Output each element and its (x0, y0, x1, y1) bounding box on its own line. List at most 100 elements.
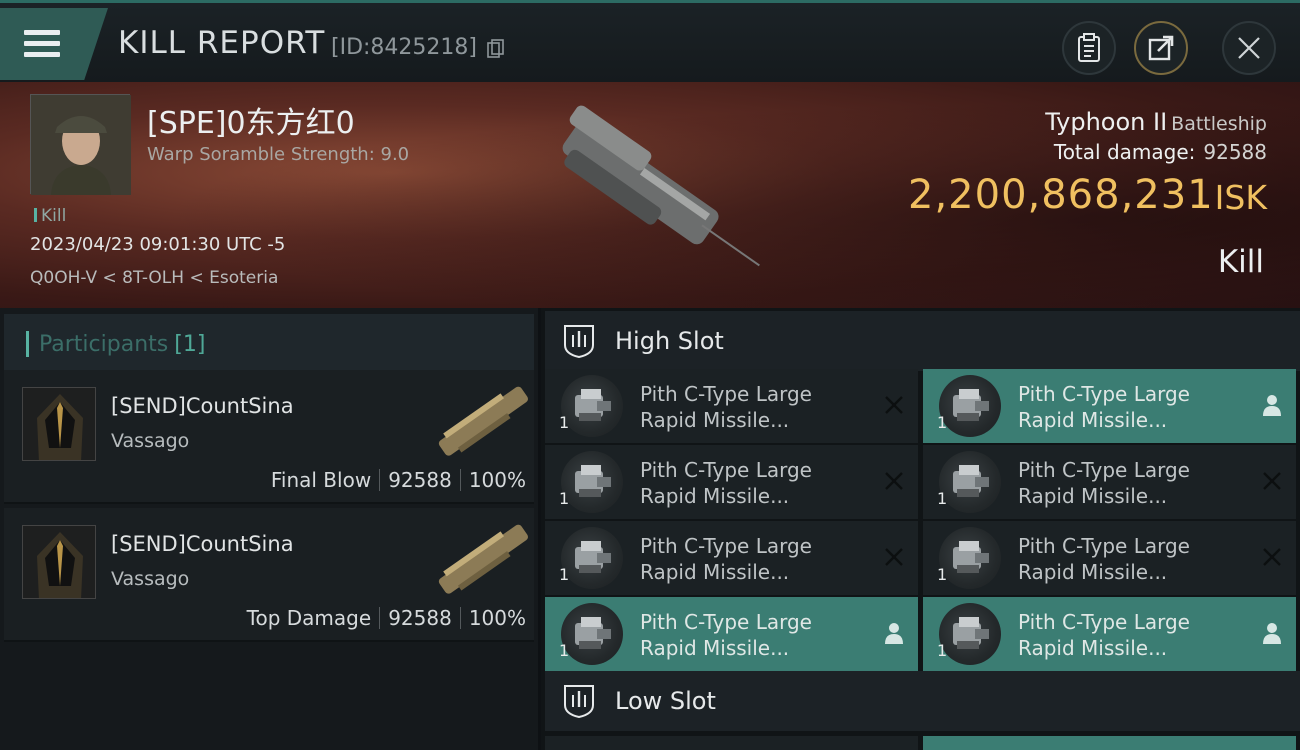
high-slot-module[interactable]: 1 Pith C-Type Large Rapid Missile... (545, 597, 918, 671)
module-quantity: 1 (559, 489, 570, 508)
module-name-line1: Pith C-Type Large (640, 610, 812, 634)
kill-datetime: 2023/04/23 09:01:30 UTC -5 (30, 234, 286, 255)
participant-damage: 92588 (388, 468, 452, 492)
victim-banner: [SPE]0东方红0 Warp Soramble Strength: 9.0 K… (0, 82, 1300, 308)
missile-launcher-icon (939, 527, 1001, 589)
missile-launcher-icon (939, 375, 1001, 437)
low-slot-icon (564, 685, 594, 719)
clipboard-icon (1078, 33, 1100, 62)
participant-stats: Top Damage 92588 100% (247, 606, 526, 630)
module-name-line2: Rapid Missile... (1018, 560, 1168, 584)
low-slot-module-partial[interactable] (923, 736, 1296, 750)
participant-role: Top Damage (246, 606, 372, 630)
high-slot-module[interactable]: 1 Pith C-Type Large Rapid Missile... (545, 369, 918, 443)
participants-header: Participants [1] (4, 314, 534, 374)
victim-portrait[interactable] (30, 94, 131, 195)
high-slot-module[interactable]: 1 Pith C-Type Large Rapid Missile... (923, 445, 1296, 519)
warp-scramble-strength: Warp Soramble Strength: 9.0 (147, 144, 410, 165)
module-quantity: 1 (937, 413, 948, 432)
participant-name: [SEND]CountSina (111, 532, 294, 556)
low-slot-header[interactable]: Low Slot (545, 671, 1300, 731)
total-damage-label: Total damage: (1053, 140, 1196, 164)
participants-panel: Participants [1] [SEND]CountSina Vassago… (0, 308, 538, 750)
kill-tag: Kill (34, 206, 66, 226)
module-name-line2: Rapid Missile... (640, 560, 790, 584)
participant-avatar[interactable] (22, 387, 96, 461)
module-name-line1: Pith C-Type Large (640, 458, 812, 482)
missile-launcher-icon (939, 451, 1001, 513)
participants-count: [1] (174, 331, 206, 357)
module-quantity: 1 (559, 641, 570, 660)
module-name-line2: Rapid Missile... (640, 484, 790, 508)
module-name-line1: Pith C-Type Large (640, 534, 812, 558)
destroyed-x-icon (1260, 469, 1284, 493)
clipboard-button[interactable] (1062, 21, 1116, 75)
hooded-portrait-image (23, 388, 95, 460)
participant-row[interactable]: [SEND]CountSina Vassago Top Damage 92588… (4, 508, 534, 642)
destroyed-x-icon (1260, 545, 1284, 569)
module-name: Pith C-Type Large Rapid Missile... (1018, 381, 1268, 433)
person-icon (1260, 393, 1284, 417)
ship-name-text: Typhoon II (1045, 108, 1168, 136)
module-name-line2: Rapid Missile... (640, 408, 790, 432)
victim-name: [SPE]0东方红0 (147, 106, 355, 141)
missile-launcher-icon (561, 451, 623, 513)
participant-name: [SEND]CountSina (111, 394, 294, 418)
participant-damage: 92588 (388, 606, 452, 630)
missile-launcher-icon (561, 527, 623, 589)
low-slot-module-partial[interactable] (545, 736, 918, 750)
participant-percent: 100% (468, 468, 526, 492)
high-slot-icon (564, 325, 594, 359)
share-button[interactable] (1134, 21, 1188, 75)
high-slot-label: High Slot (615, 327, 724, 355)
isk-value: 2,200,868,231 (908, 172, 1214, 218)
participant-avatar[interactable] (22, 525, 96, 599)
participant-percent: 100% (468, 606, 526, 630)
hamburger-icon (24, 30, 60, 58)
participants-label: Participants (39, 331, 169, 357)
victim-ship-image[interactable] (510, 100, 790, 290)
participant-ship: Vassago (111, 430, 190, 452)
module-name: Pith C-Type Large Rapid Missile... (640, 533, 890, 585)
page-title: KILL REPORT (118, 25, 326, 61)
module-quantity: 1 (559, 565, 570, 584)
participant-ship-image (438, 524, 528, 594)
module-quantity: 1 (937, 489, 948, 508)
module-name: Pith C-Type Large Rapid Missile... (1018, 609, 1268, 661)
high-slot-module[interactable]: 1 Pith C-Type Large Rapid Missile... (923, 369, 1296, 443)
module-name-line1: Pith C-Type Large (640, 382, 812, 406)
module-name-line1: Pith C-Type Large (1018, 534, 1190, 558)
high-slot-module[interactable]: 1 Pith C-Type Large Rapid Missile... (923, 597, 1296, 671)
high-slot-module[interactable]: 1 Pith C-Type Large Rapid Missile... (545, 445, 918, 519)
missile-launcher-icon (939, 603, 1001, 665)
high-slot-header[interactable]: High Slot (545, 311, 1300, 371)
destroyed-x-icon (882, 393, 906, 417)
module-quantity: 1 (937, 641, 948, 660)
participant-row[interactable]: [SEND]CountSina Vassago Final Blow 92588… (4, 370, 534, 504)
missile-launcher-icon (561, 375, 623, 437)
fitting-panel: High Slot 1 Pith C-Type Large Rapid Missil… (541, 308, 1300, 750)
close-button[interactable] (1222, 21, 1276, 75)
person-icon (1260, 621, 1284, 645)
close-icon (1238, 37, 1260, 59)
kill-location: Q0OH-V < 8T-OLH < Esoteria (30, 268, 279, 288)
character-portrait-image (31, 95, 131, 195)
module-quantity: 1 (559, 413, 570, 432)
report-id: [ID:8425218] (331, 35, 477, 60)
module-name-line1: Pith C-Type Large (1018, 458, 1190, 482)
module-name: Pith C-Type Large Rapid Missile... (1018, 533, 1268, 585)
module-name-line2: Rapid Missile... (1018, 408, 1168, 432)
kill-result-label: Kill (1217, 244, 1264, 280)
isk-unit: ISK (1214, 178, 1267, 217)
high-slot-module[interactable]: 1 Pith C-Type Large Rapid Missile... (923, 521, 1296, 595)
destroyed-x-icon (882, 545, 906, 569)
participant-role: Final Blow (270, 468, 372, 492)
total-damage: Total damage: 92588 (1054, 140, 1267, 164)
top-bar: KILL REPORT [ID:8425218] (0, 0, 1300, 82)
module-name-line2: Rapid Missile... (1018, 484, 1168, 508)
copy-icon[interactable] (487, 39, 505, 59)
module-name: Pith C-Type Large Rapid Missile... (640, 609, 890, 661)
high-slot-module[interactable]: 1 Pith C-Type Large Rapid Missile... (545, 521, 918, 595)
menu-button[interactable] (0, 8, 108, 80)
share-icon (1148, 35, 1174, 61)
